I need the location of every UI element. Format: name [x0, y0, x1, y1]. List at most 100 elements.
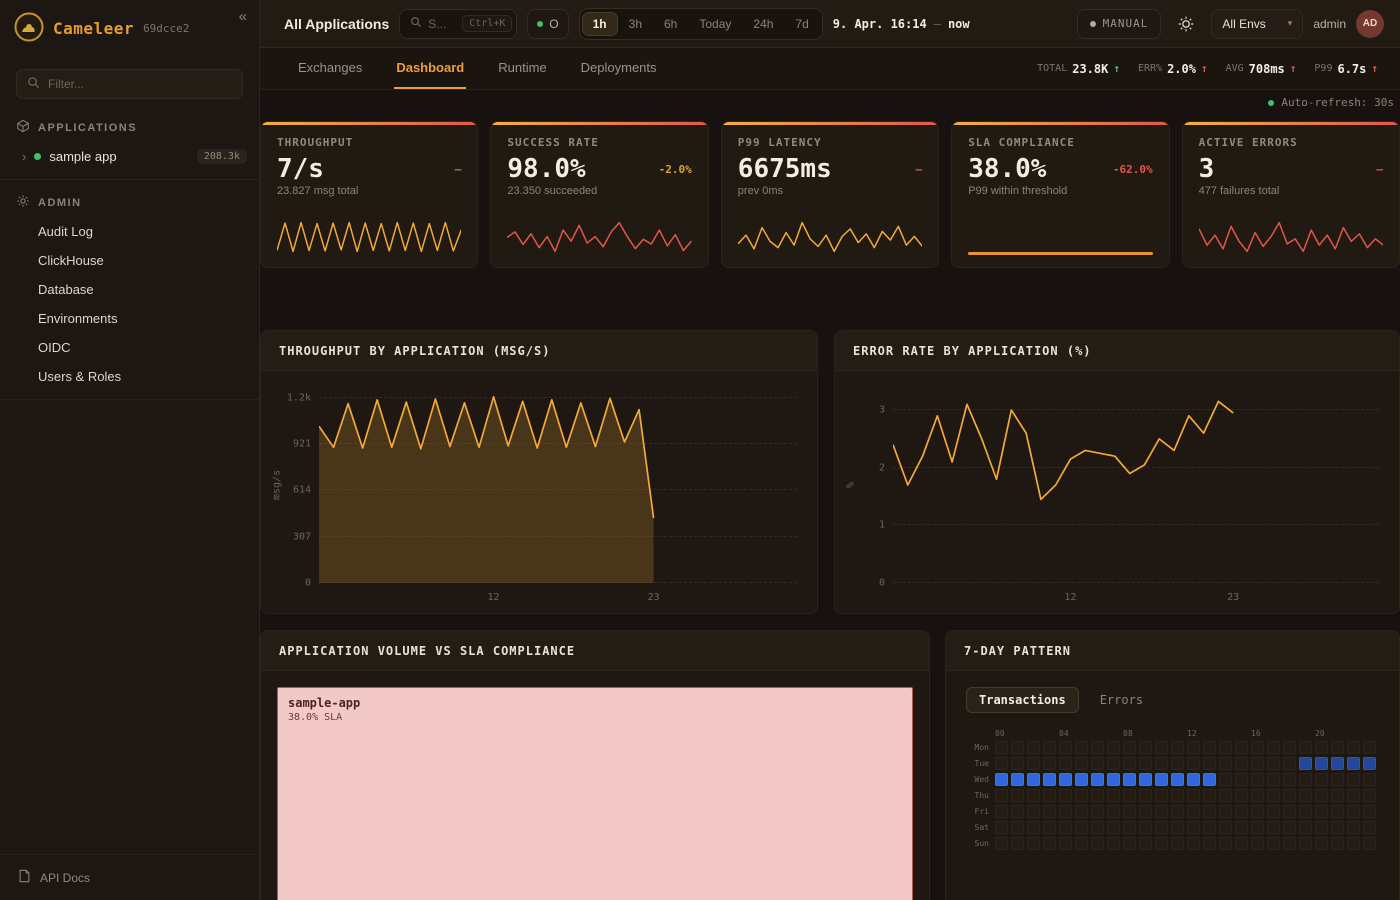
kpi-gradient-bar [1183, 122, 1399, 125]
heatmap-cell [1347, 837, 1360, 850]
live-status-label: O [549, 17, 558, 31]
kpi-subtitle: prev 0ms [738, 185, 922, 197]
kpi-gradient-bar [261, 122, 477, 125]
heatmap-cell [1123, 837, 1136, 850]
document-icon [18, 869, 31, 886]
tab-deployments[interactable]: Deployments [579, 48, 659, 89]
range-button-24h[interactable]: 24h [742, 12, 784, 36]
kpi-delta: – [916, 163, 923, 176]
chevron-right-icon[interactable]: › [22, 149, 26, 164]
heatmap-cell [1123, 741, 1136, 754]
heatmap-cell [1155, 741, 1168, 754]
date-from: 9. Apr. 16:14 [833, 17, 927, 31]
heatmap-cell [995, 773, 1008, 786]
pattern-tab-transactions[interactable]: Transactions [966, 687, 1079, 713]
heatmap-cell [1219, 741, 1232, 754]
stat-value: 23.8K [1072, 62, 1108, 76]
search-icon [27, 76, 40, 92]
kpi-card-row: THROUGHPUT7/s–23.827 msg totalSUCCESS RA… [260, 121, 1400, 268]
heatmap-cell [1059, 741, 1072, 754]
theme-toggle-button[interactable] [1171, 9, 1201, 39]
heatmap-cell [1363, 821, 1376, 834]
heatmap-hour-label: 16 [1251, 729, 1264, 738]
manual-refresh-button[interactable]: MANUAL [1077, 9, 1162, 39]
sidebar-item-clickhouse[interactable]: ClickHouse [0, 246, 259, 275]
heatmap-cell [1283, 757, 1296, 770]
heatmap-hour-labels: 000408121620 [966, 729, 1379, 738]
kpi-card-throughput: THROUGHPUT7/s–23.827 msg total [260, 121, 478, 268]
x-tick-label: 23 [1227, 592, 1239, 603]
heatmap-cell [1267, 837, 1280, 850]
tab-exchanges[interactable]: Exchanges [296, 48, 364, 89]
heatmap-cell [1219, 837, 1232, 850]
app-count-badge: 208.3k [197, 149, 247, 164]
heatmap-cell [1235, 821, 1248, 834]
sidebar-item-api-docs[interactable]: API Docs [0, 854, 259, 900]
avatar[interactable]: AD [1356, 10, 1384, 38]
range-button-7d[interactable]: 7d [784, 12, 819, 36]
y-axis-label: % [843, 387, 859, 583]
heatmap-cell [1059, 789, 1072, 802]
sidebar-item-oidc[interactable]: OIDC [0, 333, 259, 362]
pattern-tab-errors[interactable]: Errors [1087, 687, 1156, 713]
sidebar-item-users-roles[interactable]: Users & Roles [0, 362, 259, 391]
heatmap-cell [1043, 741, 1056, 754]
heatmap-cell [995, 757, 1008, 770]
stat-label: AVG [1226, 63, 1244, 74]
heatmap-cell [1107, 821, 1120, 834]
heatmap-cell [1091, 789, 1104, 802]
date-range-display[interactable]: 9. Apr. 16:14 – now [833, 17, 970, 31]
seven-day-pattern-panel: 7-DAY PATTERN TransactionsErrors 0004081… [945, 630, 1400, 900]
chart-plot: 1223 [319, 387, 797, 583]
kpi-sparkline [277, 219, 461, 255]
sidebar-filter [16, 69, 243, 99]
heatmap-hour-label: 20 [1315, 729, 1328, 738]
top-header-bar: All Applications Ctrl+K O 1h3h6hToday24h… [260, 0, 1400, 48]
applications-section-label: APPLICATIONS [38, 122, 137, 134]
sidebar-item-environments[interactable]: Environments [0, 304, 259, 333]
stat-value: 708ms [1249, 62, 1285, 76]
heatmap-cell [1027, 757, 1040, 770]
heatmap-cell [1171, 757, 1184, 770]
app-logo-text: Cameleer [53, 19, 134, 38]
stat-avg: AVG708ms↑ [1226, 62, 1297, 76]
heatmap-cell [1155, 837, 1168, 850]
auto-refresh-indicator: Auto-refresh: 30s [260, 90, 1400, 109]
live-status-pill[interactable]: O [527, 9, 568, 39]
heatmap-cell [1059, 821, 1072, 834]
heatmap-cell [1059, 773, 1072, 786]
panel-title: THROUGHPUT BY APPLICATION (MSG/S) [261, 331, 817, 371]
heatmap-cell [1043, 773, 1056, 786]
cameleer-logo-icon [14, 12, 44, 45]
range-button-today[interactable]: Today [688, 12, 742, 36]
sidebar-item-audit-log[interactable]: Audit Log [0, 217, 259, 246]
kpi-value-row: 38.0%-62.0% [968, 154, 1152, 184]
heatmap-row: Thu [966, 789, 1379, 802]
pattern-toggle: Transactions Errors [966, 687, 1379, 713]
tab-runtime[interactable]: Runtime [496, 48, 548, 89]
range-button-6h[interactable]: 6h [653, 12, 688, 36]
chevron-down-icon: ▾ [1288, 18, 1293, 29]
heatmap-cell [1203, 837, 1216, 850]
kpi-value-row: 3– [1199, 154, 1383, 184]
treemap-item-name: sample-app [288, 696, 902, 710]
filter-input[interactable] [48, 77, 232, 91]
treemap-item-sla: 38.0% SLA [288, 712, 902, 723]
heatmap-cell [1187, 757, 1200, 770]
tab-dashboard[interactable]: Dashboard [394, 48, 466, 89]
sidebar-collapse-icon[interactable]: « [239, 8, 247, 25]
environment-selector[interactable]: All Envs ▾ [1211, 9, 1303, 39]
sidebar-item-sample-app[interactable]: › sample app 208.3k [0, 142, 259, 171]
stat-err: ERR%2.0%↑ [1138, 62, 1208, 76]
treemap-item-sample-app[interactable]: sample-app 38.0% SLA [277, 687, 913, 900]
app-name: sample app [49, 149, 116, 164]
range-button-1h[interactable]: 1h [582, 12, 618, 36]
heatmap-cell [1187, 805, 1200, 818]
heatmap-cell [1219, 805, 1232, 818]
sidebar-item-database[interactable]: Database [0, 275, 259, 304]
heatmap-cell [1107, 757, 1120, 770]
heatmap-cell [1331, 741, 1344, 754]
search-input[interactable] [428, 17, 456, 31]
sidebar: Cameleer 69dcce2 « APPLICATIONS › sample… [0, 0, 260, 900]
range-button-3h[interactable]: 3h [618, 12, 653, 36]
